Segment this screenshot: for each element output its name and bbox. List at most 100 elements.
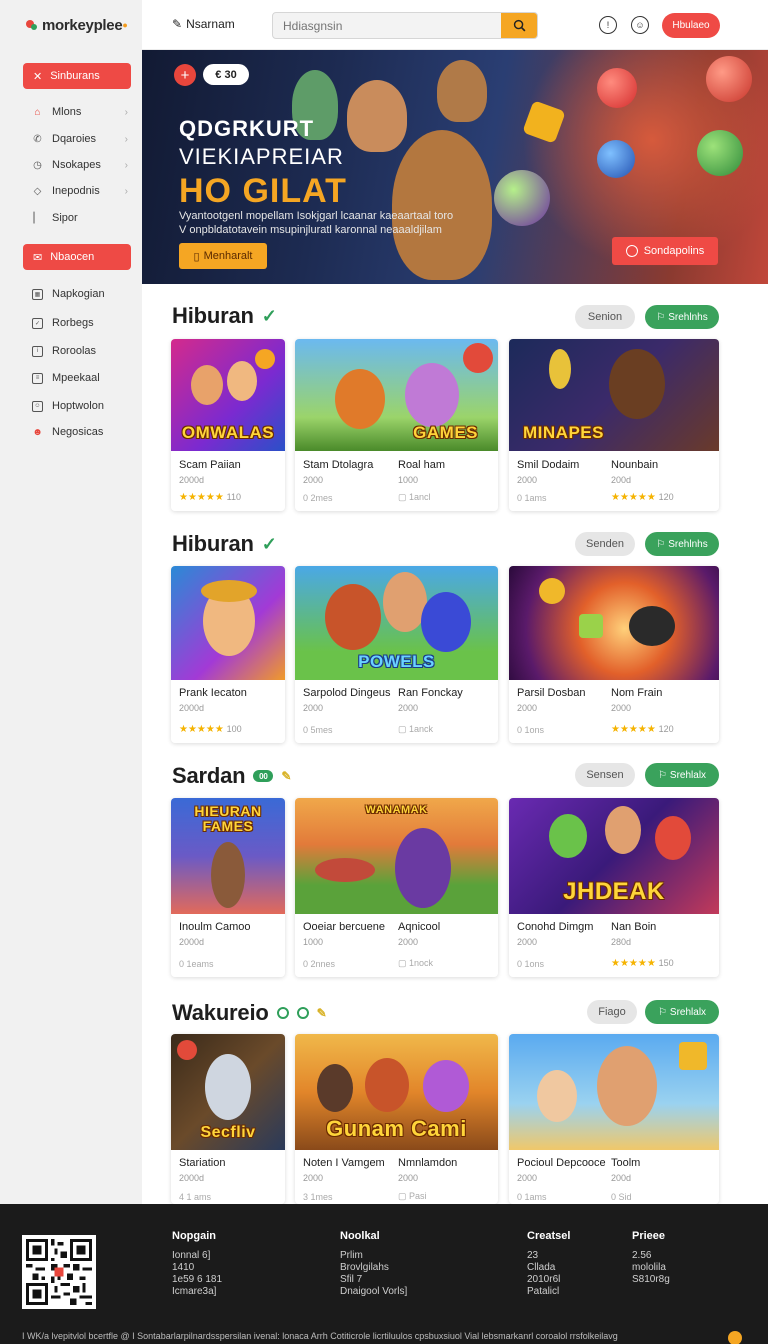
character-man-icon	[605, 806, 641, 854]
character-icon	[191, 365, 223, 405]
game-card[interactable]: HIEURAN FAMES Inoulm Camoo 2000d 0 1eams	[171, 798, 285, 977]
footer-link[interactable]: S810r8g	[632, 1274, 670, 1286]
footer: Nopgain Ionnal 6] 1410 1e59 6 181 Icmare…	[0, 1204, 768, 1344]
sidebar-item-3[interactable]: ◷ Nsokapes ›	[32, 156, 128, 174]
hero-badge: € 30	[203, 64, 249, 85]
notification-icon[interactable]: !	[599, 16, 617, 34]
site-logo[interactable]: morkeyplee ●	[0, 0, 142, 50]
section-4-primary-button[interactable]: ⚐ Srehlalx	[645, 1000, 719, 1024]
rating-stars: ★★★★★ 120	[611, 492, 674, 503]
game-card[interactable]: GAMES Stam Dtolagra 2000 Roal ham 1000 0 2…	[295, 339, 498, 511]
footer-link[interactable]: Icmare3a]	[172, 1286, 222, 1298]
chat-icon[interactable]	[728, 1331, 742, 1344]
hero-cta-left-button[interactable]: ▯ Menharalt	[179, 243, 267, 269]
add-icon[interactable]: +	[174, 64, 196, 86]
game-card[interactable]: OMWALAS Scam Paiian 2000d ★★★★★ 110	[171, 339, 285, 511]
footer-link[interactable]: Prlim	[340, 1250, 407, 1262]
game-name: Pocioul Depcooce	[517, 1157, 606, 1169]
hero-banner[interactable]: + € 30 QDGRKURT VIEKIAPREIAR HO GILAT Vy…	[142, 50, 768, 284]
sidebar-item-1[interactable]: ⌂ Mlons ›	[32, 103, 128, 121]
footer-link[interactable]: 1e59 6 181	[172, 1274, 222, 1286]
chevron-right-icon: ›	[124, 106, 128, 118]
footer-link[interactable]: Ionnal 6]	[172, 1250, 222, 1262]
login-button[interactable]: Hbulaeo	[662, 13, 720, 38]
footer-link[interactable]: Cllada	[527, 1262, 570, 1274]
footer-link[interactable]: 2010r6l	[527, 1274, 570, 1286]
game-name: Stam Dtolagra	[303, 459, 374, 471]
footer-link[interactable]: Dnaigool Vorls]	[340, 1286, 407, 1298]
game-card[interactable]: MINAPES Smil Dodaim 2000 Nounbain 200d 0 1…	[509, 339, 719, 511]
check-icon: ✓	[261, 533, 277, 554]
sidebar-item-4[interactable]: ◇ Inepodnis ›	[32, 182, 128, 200]
sidebar-item-8[interactable]: i Roroolas	[32, 342, 128, 360]
game-card[interactable]: Secfliv Stariation 2000d 4 1 ams	[171, 1034, 285, 1204]
coin-icon	[539, 578, 565, 604]
purple-ball-icon	[494, 170, 550, 226]
sidebar-item-9[interactable]: ≡ Mpeekaal	[32, 369, 128, 387]
game-price: 2000d	[179, 937, 205, 947]
user-link[interactable]: ✎ Nsarnam	[172, 17, 235, 31]
game-name: Nmnlamdon	[398, 1157, 458, 1169]
sidebar-item-11[interactable]: ☻ Negosicas	[32, 423, 128, 441]
account-icon[interactable]: ☺	[631, 16, 649, 34]
sidebar-item-6[interactable]: ▦ Napkogian	[32, 285, 128, 303]
footer-link[interactable]: Sfil 7	[340, 1274, 407, 1286]
footer-link[interactable]: 2.56	[632, 1250, 670, 1262]
character-man-icon	[395, 828, 451, 908]
badge-icon: 00	[253, 770, 274, 782]
section-1-primary-button[interactable]: ⚐ Srehlnhs	[645, 305, 719, 329]
sidebar-item-7[interactable]: ✓ Rorbegs	[32, 314, 128, 332]
cube-icon	[679, 1042, 707, 1070]
bar-icon: ▏	[33, 212, 42, 224]
game-art-title: OMWALAS	[181, 423, 275, 442]
hero-cta-right-button[interactable]: Sondapolins	[612, 237, 718, 265]
character-robot-icon	[629, 606, 675, 646]
footer-link[interactable]: Patalicl	[527, 1286, 570, 1298]
game-thumbnail: MINAPES	[509, 339, 719, 451]
game-art-title: POWELS	[358, 652, 435, 671]
sidebar-item-label: Mlons	[52, 106, 82, 118]
footer-link[interactable]: mololila	[632, 1262, 670, 1274]
section-4-secondary-button[interactable]: Fiago	[587, 1000, 637, 1024]
game-card[interactable]: Pocioul Depcooce 2000 Toolm 200d 0 1ams 0 …	[509, 1034, 719, 1204]
game-card[interactable]: JHDEAK Conohd Dimgm 2000 Nan Boin 280d 0 1…	[509, 798, 719, 977]
game-card[interactable]: Parsil Dosban 2000 Nom Frain 2000 0 1ons ★…	[509, 566, 719, 743]
footer-link[interactable]: 1410	[172, 1262, 222, 1274]
sidebar-item-5[interactable]: ▏ Sipor	[32, 209, 128, 227]
sidebar-section-label: Nbaocen	[50, 251, 95, 263]
qr-code[interactable]	[22, 1235, 96, 1309]
search-input[interactable]	[273, 13, 503, 38]
section-3-primary-button[interactable]: ⚐ Srehlalx	[645, 763, 719, 787]
game-meta: 0 1ons	[517, 725, 545, 735]
sidebar-section-entertainment[interactable]: ✕ Sinburans	[23, 63, 131, 89]
blue-ball-icon	[597, 140, 635, 178]
game-card[interactable]: WANAMAK Ooeiar bercuene 1000 Aqnicool 2000…	[295, 798, 498, 977]
stars-icon: ★★★★★	[611, 958, 656, 969]
game-price: 2000	[398, 937, 419, 947]
game-thumbnail: Gunam Cami	[295, 1034, 498, 1150]
sidebar: ✕ Sinburans ⌂ Mlons › ✆ Dqaroies › ◷ Nsokapes…	[0, 50, 142, 1204]
hero-subtitle-1: Vyantootgenl mopellam Isokjgarl lcaanar …	[179, 210, 454, 222]
character-bear-icon	[392, 130, 492, 280]
green-ball-icon	[697, 130, 743, 176]
sidebar-section-news[interactable]: ✉ Nbaocen	[23, 244, 131, 270]
sidebar-item-10[interactable]: ☺ Hoptwolon	[32, 397, 128, 415]
home-icon: ⌂	[34, 106, 41, 118]
pencil-icon: ✎	[172, 17, 183, 31]
sidebar-item-2[interactable]: ✆ Dqaroies ›	[32, 130, 128, 148]
game-card[interactable]: Prank Iecaton 2000d ★★★★★ 100	[171, 566, 285, 743]
game-card[interactable]: POWELS Sarpolod Dingeus 2000 Ran Fonckay 2…	[295, 566, 498, 743]
section-1-secondary-button[interactable]: Senion	[575, 305, 635, 329]
footer-link[interactable]: Brovlgilahs	[340, 1262, 407, 1274]
game-art-title: WANAMAK	[365, 804, 428, 816]
section-2-secondary-button[interactable]: Senden	[575, 532, 635, 556]
section-2-primary-button[interactable]: ⚐ Srehlnhs	[645, 532, 719, 556]
search-button[interactable]	[501, 13, 537, 38]
section-3-secondary-button[interactable]: Sensen	[575, 763, 635, 787]
game-meta: 0 2mes	[303, 493, 333, 503]
chevron-right-icon: ›	[124, 159, 128, 171]
game-card[interactable]: Gunam Cami Noten I Vamgem 2000 Nmnlamdon 2…	[295, 1034, 498, 1204]
red-ball-icon	[597, 68, 637, 108]
section-3-primary-label: Srehlalx	[669, 769, 707, 781]
footer-link[interactable]: 23	[527, 1250, 570, 1262]
